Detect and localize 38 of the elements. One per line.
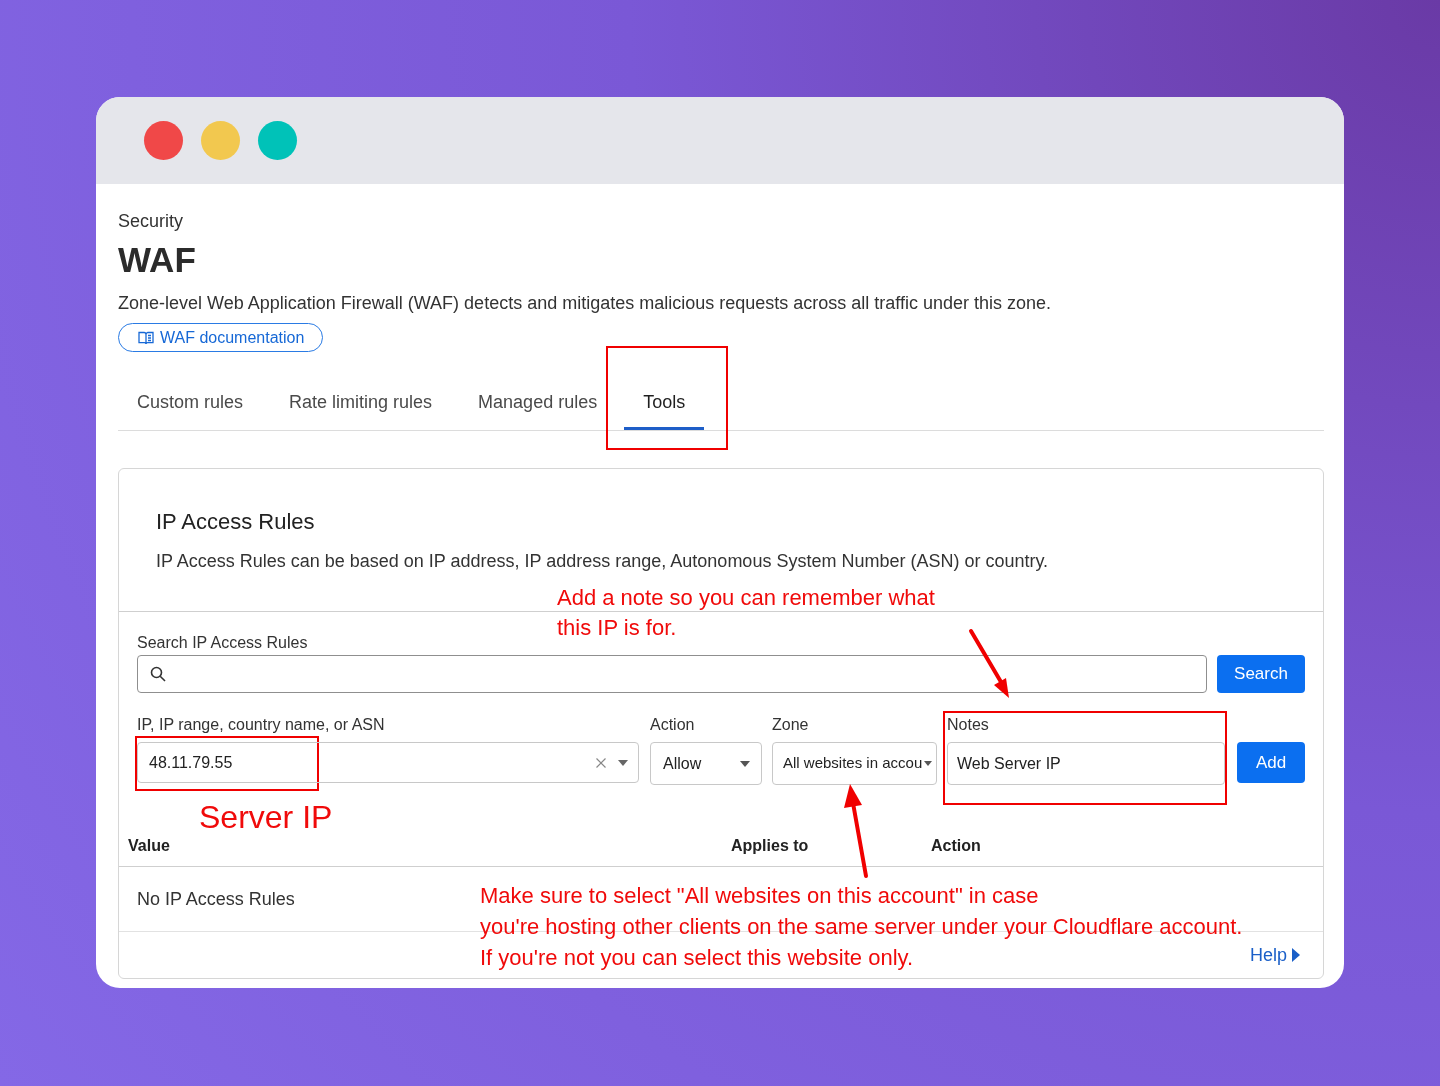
column-header: Applies to bbox=[731, 836, 810, 856]
annotation-note: Add a note so you can remember what this IP is for. bbox=[557, 584, 935, 642]
zone-select[interactable]: All websites in accou bbox=[772, 742, 937, 785]
column-header: Value bbox=[128, 836, 171, 856]
window-control-icon[interactable] bbox=[144, 121, 183, 160]
caret-right-icon bbox=[1292, 948, 1300, 962]
tab[interactable]: Custom rules bbox=[118, 376, 263, 430]
breadcrumb: Security bbox=[118, 210, 184, 233]
tab[interactable]: Managed rules bbox=[459, 376, 617, 430]
window-control-icon[interactable] bbox=[258, 121, 297, 160]
column-header: Action bbox=[931, 836, 982, 856]
field-label: Search IP Access Rules bbox=[137, 633, 309, 653]
tab[interactable]: Tools bbox=[624, 376, 705, 430]
help-link[interactable]: Help bbox=[1249, 943, 1300, 967]
search-field[interactable] bbox=[137, 655, 1207, 693]
field-label: Zone bbox=[772, 715, 810, 735]
ip-combobox[interactable]: 48.11.79.55 bbox=[137, 742, 639, 783]
section-description: IP Access Rules can be based on IP address, IP address range, Autonomous System Number (ASN) or country. bbox=[156, 550, 1050, 573]
action-select[interactable]: Allow bbox=[650, 742, 762, 785]
page-title: WAF bbox=[118, 240, 196, 280]
notes-input-field[interactable]: Web Server IP bbox=[947, 742, 1225, 785]
field-label: Action bbox=[650, 715, 696, 735]
empty-table-message: No IP Access Rules bbox=[137, 888, 295, 911]
search-button[interactable]: Search bbox=[1217, 655, 1305, 693]
caret-down-icon bbox=[924, 761, 932, 766]
field-label: IP, IP range, country name, or ASN bbox=[137, 715, 386, 735]
field-label: Notes bbox=[947, 715, 990, 735]
caret-down-icon[interactable] bbox=[618, 759, 628, 766]
section-title: IP Access Rules bbox=[156, 508, 316, 536]
page-description: Zone-level Web Application Firewall (WAF) detects and mitigates malicious requests across all traffic under this zone. bbox=[118, 292, 1052, 315]
clear-icon[interactable] bbox=[596, 757, 606, 768]
annotation-note: Make sure to select "All websites on this account" in case you're hosting other clients on the same server under your Cloudflare account. If you're not you can select this website only. bbox=[480, 882, 1243, 972]
add-button[interactable]: Add bbox=[1237, 742, 1305, 783]
book-icon bbox=[138, 330, 154, 345]
search-icon bbox=[150, 666, 166, 682]
annotation-label: Server IP bbox=[199, 798, 333, 836]
caret-down-icon bbox=[740, 760, 750, 767]
tab[interactable]: Rate limiting rules bbox=[270, 376, 452, 430]
